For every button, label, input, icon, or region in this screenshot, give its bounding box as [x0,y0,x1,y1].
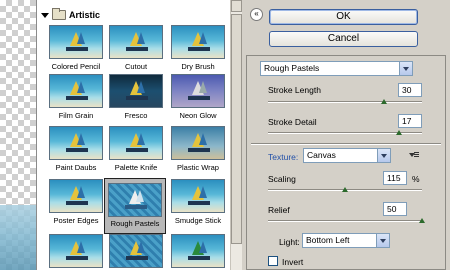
light-label: Light: [279,237,300,247]
thumb-label: Palette Knife [114,163,158,172]
filter-thumb-colored-pencil[interactable]: Colored Pencil [49,25,103,71]
thumb-image [108,183,162,217]
invert-checkbox[interactable] [268,256,278,266]
filter-thumb-rough-pastels[interactable]: Rough Pastels [104,178,166,234]
filter-gallery: Artistic Colored Pencil Cutout Dry Brush… [36,0,242,270]
filter-settings-box: Rough Pastels Stroke Length 30 Stroke De… [246,55,446,270]
stroke-length-label: Stroke Length [268,85,321,95]
relief-label: Relief [268,205,290,215]
thumb-label: Dry Brush [181,62,215,71]
scaling-slider-knob[interactable] [342,187,348,192]
scaling-input[interactable]: 115 [383,171,407,185]
thumb-image [109,25,163,59]
stroke-length-input[interactable]: 30 [398,83,422,97]
cancel-button[interactable]: Cancel [269,31,418,47]
thumb-image [171,126,225,160]
chevron-down-icon [376,234,389,247]
thumb-label: Film Grain [58,111,94,120]
thumb-label: Cutout [124,62,148,71]
thumb-label: Fresco [124,111,148,120]
scaling-label: Scaling [268,174,296,184]
filter-thumb-paint-daubs[interactable]: Paint Daubs [49,126,103,172]
thumb-image [171,234,225,268]
expand-triangle-icon[interactable] [41,12,49,18]
filter-select[interactable]: Rough Pastels [260,61,413,76]
thumb-image [171,74,225,108]
thumb-image [49,25,103,59]
folder-icon [52,8,66,20]
scaling-unit: % [412,174,420,184]
light-select[interactable]: Bottom Left [302,233,390,248]
relief-slider-track[interactable] [268,220,422,222]
thumb-label: Poster Edges [53,216,99,225]
thumb-image [49,179,103,213]
divider [251,143,441,145]
filter-thumb-palette-knife[interactable]: Palette Knife [109,126,163,172]
stroke-detail-input[interactable]: 17 [398,114,422,128]
thumb-image [49,74,103,108]
filter-thumb-plastic-wrap[interactable]: Plastic Wrap [171,126,225,172]
filter-thumb-film-grain[interactable]: Film Grain [49,74,103,120]
thumb-label: Plastic Wrap [177,163,219,172]
texture-label: Texture: [268,152,299,162]
thumb-label: Neon Glow [179,111,217,120]
filter-thumb-cutout[interactable]: Cutout [109,25,163,71]
gallery-folder-header[interactable]: Artistic [41,8,100,22]
scroll-up-button[interactable] [231,0,242,12]
invert-label: Invert [282,257,304,267]
thumb-image [49,126,103,160]
preview-image [0,205,36,270]
filter-thumb-partial[interactable] [49,234,103,268]
stroke-detail-slider-knob[interactable] [395,130,402,135]
filter-thumb-fresco[interactable]: Fresco [109,74,163,120]
collapse-gallery-icon[interactable]: « [250,8,263,21]
thumb-image [171,179,225,213]
thumb-image [49,234,103,268]
thumb-image [109,234,163,268]
thumb-label: Smudge Stick [174,216,222,225]
gallery-folder-title: Artistic [69,10,101,20]
filter-options-panel: « OK Cancel Rough Pastels Stroke Length … [242,0,450,270]
gallery-scrollbar[interactable] [230,0,242,270]
filter-thumb-partial[interactable] [171,234,225,268]
thumb-image [109,74,163,108]
image-preview[interactable] [0,0,36,270]
stroke-length-slider-track[interactable] [268,101,422,103]
relief-input[interactable]: 50 [383,202,407,216]
filter-thumb-dry-brush[interactable]: Dry Brush [171,25,225,71]
texture-select[interactable]: Canvas [303,148,391,163]
relief-slider-knob[interactable] [419,218,425,223]
thumb-image [109,126,163,160]
filter-thumb-partial[interactable] [109,234,163,268]
thumb-image [171,25,225,59]
scroll-thumb[interactable] [231,14,242,244]
stroke-detail-label: Stroke Detail [268,117,317,127]
texture-select-value: Canvas [307,150,336,160]
thumb-label: Rough Pastels [110,219,160,228]
light-select-value: Bottom Left [306,235,350,245]
texture-menu-icon[interactable] [409,151,419,159]
stroke-length-slider-knob[interactable] [380,99,387,104]
chevron-down-icon [399,62,412,75]
filter-select-value: Rough Pastels [264,63,320,73]
ok-button[interactable]: OK [269,9,418,25]
filter-thumb-smudge-stick[interactable]: Smudge Stick [171,179,225,225]
filter-thumb-neon-glow[interactable]: Neon Glow [171,74,225,120]
thumb-label: Colored Pencil [51,62,101,71]
chevron-down-icon [377,149,390,162]
thumb-label: Paint Daubs [55,163,97,172]
filter-thumb-poster-edges[interactable]: Poster Edges [49,179,103,225]
